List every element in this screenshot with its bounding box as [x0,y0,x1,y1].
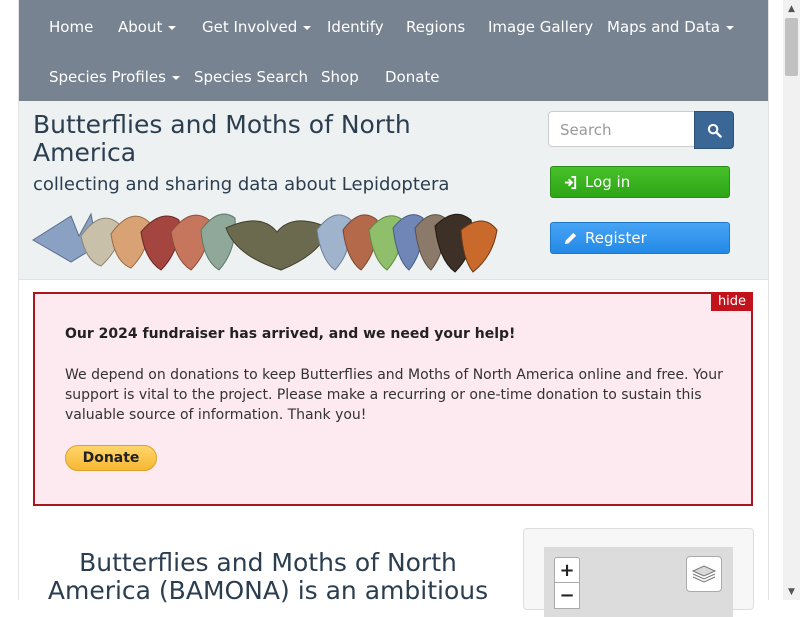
nav-species-profiles[interactable]: Species Profiles [49,50,180,100]
nav-identify[interactable]: Identify [327,0,384,50]
search-icon [707,123,722,138]
site-header: Butterflies and Moths of North America c… [19,101,768,280]
register-button[interactable]: Register [550,222,730,254]
alert-body: We depend on donations to keep Butterfli… [65,367,723,423]
zoom-in-button[interactable]: + [554,557,580,583]
nav-regions-label: Regions [406,18,466,36]
caret-down-icon [168,25,177,30]
caret-down-icon [303,25,312,30]
nav-home-label: Home [49,18,94,36]
map-widget[interactable]: + − [544,547,733,617]
nav-regions[interactable]: Regions [406,0,465,50]
nav-species-profiles-label: Species Profiles [49,68,166,86]
nav-donate-label: Donate [385,68,440,86]
layers-icon [691,565,717,583]
fundraiser-alert: hide Our 2024 fundraiser has arrived, an… [33,292,753,506]
butterfly-banner-image [32,212,498,273]
map-panel: + − [523,528,754,617]
search-placeholder: Search [560,121,612,139]
nav-donate[interactable]: Donate [385,50,440,100]
caret-down-icon [171,75,180,80]
site-tagline: collecting and sharing data about Lepido… [33,174,450,195]
register-label: Register [585,229,647,247]
nav-get-involved[interactable]: Get Involved [202,0,312,50]
butterfly-icons [32,212,498,273]
scroll-down-arrow-icon[interactable]: ▼ [783,583,800,600]
sign-in-icon [563,175,578,190]
page-container: Home About Get Involved Identify Regions… [18,0,769,617]
nav-about[interactable]: About [118,0,177,50]
login-button[interactable]: Log in [550,166,730,198]
nav-shop[interactable]: Shop [321,50,359,100]
zoom-out-button[interactable]: − [554,583,580,609]
search-input[interactable]: Search [548,111,694,147]
nav-shop-label: Shop [321,68,359,86]
nav-species-search[interactable]: Species Search [194,50,308,100]
nav-image-gallery[interactable]: Image Gallery [488,0,593,50]
hide-alert-button[interactable]: hide [711,292,753,311]
donate-button[interactable]: Donate [65,445,157,471]
main-navbar: Home About Get Involved Identify Regions… [19,0,768,101]
pencil-icon [563,231,578,246]
login-label: Log in [585,173,631,191]
alert-heading: Our 2024 fundraiser has arrived, and we … [65,326,516,342]
vertical-scrollbar[interactable]: ▲ ▼ [783,0,800,600]
nav-identify-label: Identify [327,18,384,36]
layers-button[interactable] [686,556,722,592]
caret-down-icon [726,25,735,30]
nav-maps-and-data[interactable]: Maps and Data [607,0,735,50]
nav-species-search-label: Species Search [194,68,309,86]
nav-get-involved-label: Get Involved [202,18,298,36]
nav-image-gallery-label: Image Gallery [488,18,594,36]
nav-home[interactable]: Home [49,0,93,50]
nav-maps-and-data-label: Maps and Data [607,18,721,36]
nav-about-label: About [118,18,163,36]
search-button[interactable] [694,111,734,149]
site-title[interactable]: Butterflies and Moths of North America [33,111,453,167]
intro-heading: Butterflies and Moths of North America (… [47,548,489,605]
scroll-up-arrow-icon[interactable]: ▲ [783,0,800,17]
scroll-thumb[interactable] [785,18,798,76]
